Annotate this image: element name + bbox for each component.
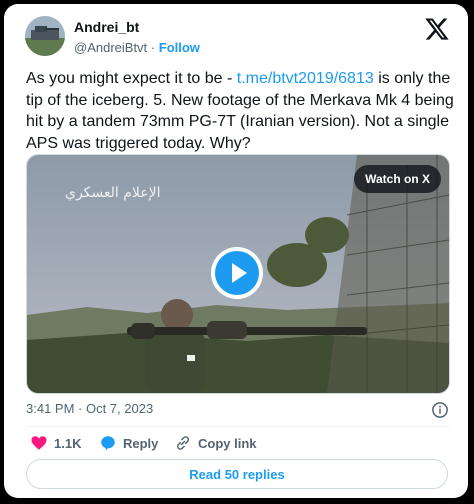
tweet-link[interactable]: t.me/btvt2019/6813 bbox=[237, 70, 374, 87]
separator: · bbox=[150, 40, 156, 55]
tweet-embed-card: Andrei_bt @AndreiBtvt · Follow As you mi… bbox=[4, 4, 468, 498]
x-logo-icon[interactable] bbox=[424, 16, 450, 42]
reply-button[interactable]: Reply bbox=[99, 434, 158, 452]
like-count: 1.1K bbox=[54, 435, 82, 451]
user-handle-row: @AndreiBtvt · Follow bbox=[74, 40, 200, 55]
tweet-text: As you might expect it to be - t.me/btvt… bbox=[26, 68, 454, 154]
user-name[interactable]: Andrei_bt bbox=[74, 19, 139, 35]
play-icon[interactable] bbox=[210, 246, 264, 300]
like-button[interactable]: 1.1K bbox=[30, 434, 81, 452]
user-handle[interactable]: @AndreiBtvt bbox=[74, 40, 147, 55]
timestamp[interactable]: 3:41 PM · Oct 7, 2023 bbox=[26, 401, 153, 416]
follow-button[interactable]: Follow bbox=[159, 40, 200, 55]
reply-icon bbox=[101, 436, 115, 451]
info-icon[interactable] bbox=[431, 401, 449, 419]
watermark: الإعلام العسكري bbox=[65, 185, 161, 201]
read-replies-button[interactable]: Read 50 replies bbox=[26, 459, 448, 489]
video-thumbnail[interactable]: الإعلام العسكري Watch on X bbox=[26, 154, 450, 394]
tweet-text-start: As you might expect it to be - bbox=[26, 70, 237, 87]
avatar[interactable] bbox=[25, 16, 65, 56]
reply-label: Reply bbox=[123, 435, 159, 451]
watch-on-x-button[interactable]: Watch on X bbox=[354, 165, 441, 193]
link-icon bbox=[176, 436, 190, 450]
divider bbox=[26, 426, 450, 427]
copy-link-label: Copy link bbox=[198, 435, 257, 451]
copy-link-button[interactable]: Copy link bbox=[174, 434, 257, 452]
heart-icon bbox=[31, 436, 47, 450]
